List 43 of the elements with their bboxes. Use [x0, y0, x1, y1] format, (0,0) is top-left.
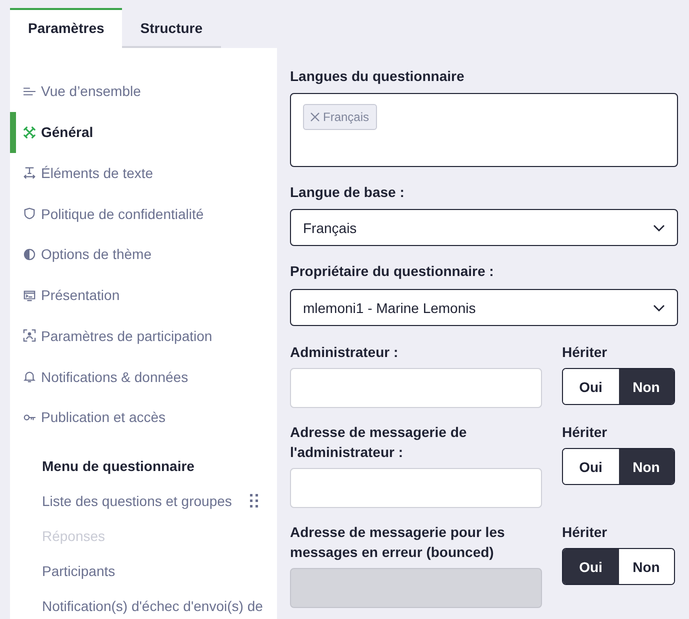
shield-icon: [23, 207, 36, 220]
drag-handle-icon[interactable]: [250, 494, 258, 508]
language-tag[interactable]: Français: [303, 104, 378, 130]
toggle-label: Hériter: [562, 523, 608, 542]
sidebar-item[interactable]: Politique de confidentialité: [10, 193, 277, 234]
crossed-tools-icon: [23, 126, 36, 139]
close-icon[interactable]: [310, 112, 320, 122]
bell-icon: [23, 370, 36, 384]
field-label: Langue de base :: [290, 183, 406, 202]
sidebar-item[interactable]: Éléments de texte: [10, 152, 277, 194]
sidebar-item[interactable]: Général: [10, 112, 277, 152]
toggle-option[interactable]: Non: [618, 369, 674, 404]
sidebar-item[interactable]: Présentation: [10, 274, 277, 316]
field-label: Langues du questionnaire: [290, 67, 466, 86]
toggle-option[interactable]: Non: [618, 449, 674, 484]
chevron-down-icon: [653, 224, 665, 232]
sidebar-item[interactable]: Notifications & données: [10, 356, 277, 397]
lines-icon: [23, 84, 36, 98]
sidebar-item[interactable]: Vue d’ensemble: [10, 71, 277, 112]
sidebar-item[interactable]: Publication et accès: [10, 397, 277, 438]
field-label: Propriétaire du questionnaire :: [290, 262, 495, 281]
section-heading: Menu de questionnaire: [42, 456, 194, 476]
field-label: Adresse de messagerie de l'administrateur :: [290, 423, 468, 462]
toggle-label: Hériter: [562, 423, 608, 442]
menu-item[interactable]: Participants: [42, 558, 273, 583]
contrast-icon: [23, 248, 36, 261]
owner-select[interactable]: mlemoni1 - Marine Lemonis: [290, 289, 678, 326]
input-field[interactable]: [290, 468, 542, 508]
languages-field[interactable]: Français: [290, 93, 678, 167]
menu-item[interactable]: Liste des questions et groupes: [42, 488, 273, 513]
text-size-icon: [23, 166, 36, 180]
field-label: Adresse de messagerie pour les messages en erreur (bounced): [290, 523, 506, 562]
chevron-down-icon: [653, 304, 665, 312]
user-frame-icon: [23, 329, 36, 342]
tab[interactable]: Paramètres: [10, 8, 122, 48]
input-field[interactable]: [290, 368, 542, 408]
sidebar-item[interactable]: Options de thème: [10, 234, 277, 275]
menu-item[interactable]: Notification(s) d'échec d'envoi(s) de: [42, 594, 273, 618]
toggle-label: Hériter: [562, 343, 608, 362]
field-label: Administrateur :: [290, 343, 400, 362]
screen-icon: [23, 288, 36, 302]
language-select[interactable]: Français: [290, 209, 678, 246]
sidebar-item[interactable]: Paramètres de participation: [10, 316, 277, 356]
